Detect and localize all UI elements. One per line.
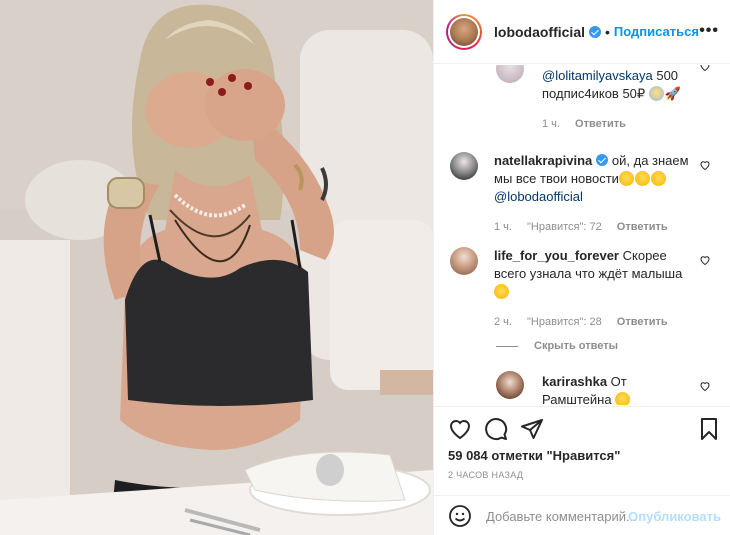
- like-heart-icon[interactable]: [448, 417, 472, 441]
- scream-emoji-icon: [648, 86, 664, 101]
- post-actions: 59 084 отметки "Нравится" 2 часов назад …: [434, 406, 730, 535]
- laughing-emoji-icon: [650, 171, 666, 186]
- comment-item: karirashka От Рамштейна: [542, 373, 692, 405]
- comment-time[interactable]: 1 ч.: [542, 118, 560, 130]
- author-avatar[interactable]: [446, 13, 482, 50]
- comment-meta: 2 ч. "Нравится": 28 Ответить: [494, 313, 689, 331]
- verified-badge-icon: [589, 25, 601, 38]
- post-image: [0, 0, 433, 535]
- reply-button[interactable]: Ответить: [575, 118, 626, 130]
- header-separator: •: [605, 23, 610, 40]
- post-header: lobodaofficial • Подписаться •••: [434, 0, 730, 64]
- comment-avatar[interactable]: [496, 371, 524, 399]
- comment-input[interactable]: [486, 508, 636, 524]
- publish-button[interactable]: Опубликовать: [628, 509, 721, 524]
- likes-count[interactable]: 59 084 отметки "Нравится": [448, 448, 620, 463]
- laughing-emoji-icon: [634, 171, 650, 186]
- like-comment-heart-icon[interactable]: [699, 380, 711, 392]
- comment-bubble-icon[interactable]: [484, 417, 508, 441]
- save-bookmark-button[interactable]: [697, 417, 721, 441]
- follow-button[interactable]: Подписаться: [614, 24, 699, 39]
- comment-likes[interactable]: "Нравится": 72: [527, 221, 602, 233]
- reply-button[interactable]: Ответить: [617, 221, 668, 233]
- more-options-icon[interactable]: •••: [699, 22, 719, 40]
- comment-meta: 1 ч. Ответить: [542, 115, 712, 133]
- author-username[interactable]: lobodaofficial: [494, 24, 585, 40]
- emoji-smiley-icon[interactable]: [448, 504, 472, 528]
- reply-button[interactable]: Ответить: [617, 316, 668, 328]
- comment-avatar[interactable]: [496, 65, 524, 83]
- comments-list[interactable]: @lolitamilyavskaya 500 подпис4иков 50₽ 🚀…: [434, 65, 730, 405]
- comment-mention[interactable]: @lolitamilyavskaya: [542, 68, 653, 83]
- post-photo[interactable]: [0, 0, 433, 535]
- comment-item: life_for_you_forever Скорее всего узнала…: [494, 247, 689, 331]
- like-comment-heart-icon[interactable]: [699, 254, 711, 266]
- like-comment-heart-icon[interactable]: [699, 159, 711, 171]
- comment-avatar[interactable]: [450, 152, 478, 180]
- comment-time[interactable]: 2 ч.: [494, 316, 512, 328]
- like-comment-heart-icon[interactable]: [699, 65, 711, 72]
- comment-item: @lolitamilyavskaya 500 подпис4иков 50₽ 🚀…: [542, 67, 712, 133]
- rocket-emoji-icon: 🚀: [664, 86, 681, 101]
- action-icons: [448, 417, 544, 441]
- add-comment-bar: Опубликовать: [434, 495, 730, 535]
- post-timestamp[interactable]: 2 часов назад: [448, 470, 523, 480]
- post-details-panel: lobodaofficial • Подписаться ••• @lolita…: [433, 0, 730, 535]
- comment-item: natellakrapivina ой, да знаем мы все тво…: [494, 152, 689, 236]
- comment-avatar[interactable]: [450, 247, 478, 275]
- comment-mention[interactable]: @lobodaofficial: [494, 189, 583, 204]
- bookmark-icon[interactable]: [697, 417, 721, 441]
- laughing-emoji-icon: [618, 171, 634, 186]
- comment-username[interactable]: karirashka: [542, 374, 607, 389]
- verified-badge-icon: [596, 154, 609, 166]
- comment-likes[interactable]: "Нравится": 28: [527, 316, 602, 328]
- comment-username[interactable]: life_for_you_forever: [494, 248, 619, 263]
- hide-replies-button[interactable]: Скрыть ответы: [496, 340, 618, 352]
- smiling-emoji-icon: [494, 284, 509, 299]
- comment-time[interactable]: 1 ч.: [494, 221, 512, 233]
- share-send-icon[interactable]: [520, 417, 544, 441]
- comment-username[interactable]: natellakrapivina: [494, 153, 592, 168]
- comment-meta: 1 ч. "Нравится": 72 Ответить: [494, 218, 689, 236]
- laughing-emoji-icon: [615, 392, 631, 405]
